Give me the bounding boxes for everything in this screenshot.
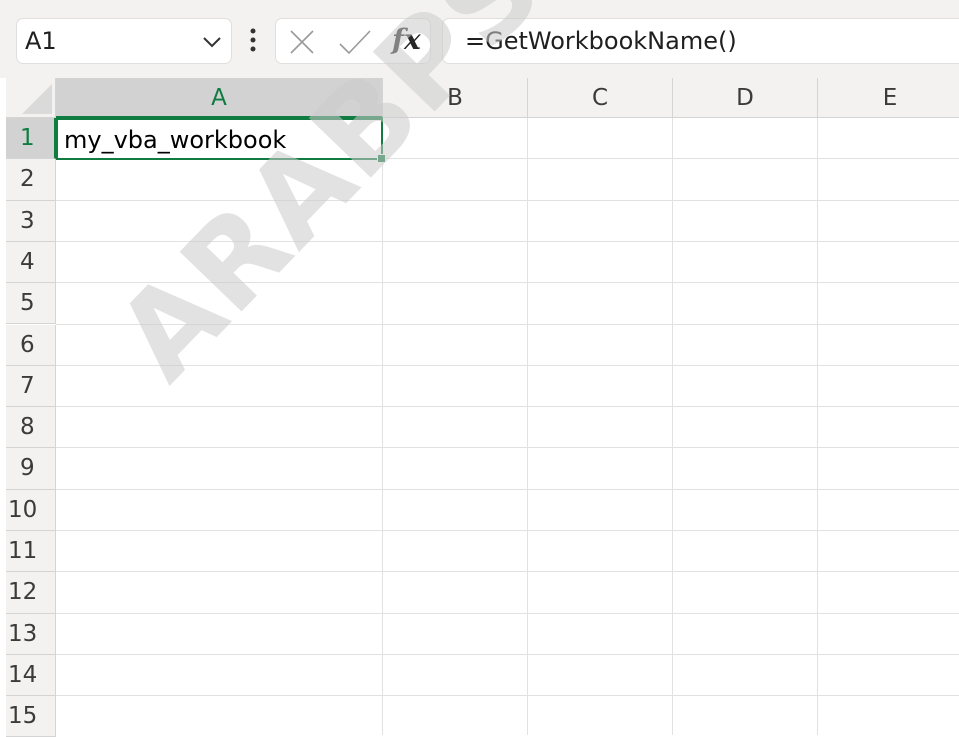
gridline-row	[56, 364, 959, 366]
row-header-13[interactable]: 13	[6, 613, 56, 655]
name-box-value: A1	[25, 27, 57, 55]
column-header-d[interactable]: D	[673, 78, 818, 118]
select-all-triangle-icon	[22, 84, 52, 114]
gridline-row	[56, 488, 959, 490]
cancel-icon[interactable]	[288, 28, 316, 56]
row-header-2[interactable]: 2	[6, 159, 56, 201]
row-header-14[interactable]: 14	[6, 654, 56, 697]
gridline-col	[817, 118, 818, 735]
formula-buttons: fx	[275, 18, 431, 64]
select-all-button[interactable]	[6, 78, 56, 118]
gridline-row	[56, 282, 959, 284]
enter-check-icon[interactable]	[338, 28, 372, 56]
column-header-c[interactable]: C	[528, 78, 673, 118]
gridline-row	[56, 530, 959, 531]
column-header-a[interactable]: A	[56, 78, 383, 118]
row-header-3[interactable]: 3	[6, 200, 56, 242]
row-header-9[interactable]: 9	[6, 448, 56, 490]
column-header-b[interactable]: B	[383, 78, 528, 118]
row-header-15[interactable]: 15	[6, 696, 56, 737]
chevron-down-icon[interactable]	[201, 31, 223, 53]
cell-a1[interactable]: my_vba_workbook	[56, 118, 386, 163]
fill-handle[interactable]	[377, 154, 386, 163]
row-header-5[interactable]: 5	[6, 283, 56, 325]
gridline-col	[672, 118, 673, 735]
insert-function-icon[interactable]: fx	[392, 21, 421, 59]
gridline-row	[56, 653, 959, 655]
row-header-6[interactable]: 6	[6, 324, 56, 366]
gridline-row	[56, 199, 959, 201]
row-header-10[interactable]: 10	[6, 489, 56, 531]
row-header-7[interactable]: 7	[6, 365, 56, 408]
gridline-col	[382, 118, 383, 735]
gridline-row	[56, 571, 959, 573]
cell-a1-value: my_vba_workbook	[64, 126, 287, 154]
vertical-dots-icon[interactable]	[246, 26, 260, 56]
column-header-e[interactable]: E	[818, 78, 959, 118]
gridline-row	[56, 447, 959, 449]
gridline-row	[56, 695, 959, 697]
name-box[interactable]: A1	[16, 18, 232, 64]
row-header-1[interactable]: 1	[6, 118, 56, 160]
gridline-row	[56, 406, 959, 408]
formula-text: =GetWorkbookName()	[465, 27, 737, 55]
gridline-row	[56, 323, 959, 325]
formula-input[interactable]: =GetWorkbookName()	[442, 18, 959, 64]
gridline-col	[527, 118, 528, 735]
row-header-8[interactable]: 8	[6, 407, 56, 449]
gridline-row	[56, 612, 959, 614]
row-header-11[interactable]: 11	[6, 531, 56, 573]
gridline-row	[56, 240, 959, 242]
formula-bar: A1 fx =GetWorkbookName()	[0, 0, 959, 78]
row-header-12[interactable]: 12	[6, 572, 56, 614]
row-header-4[interactable]: 4	[6, 241, 56, 284]
worksheet-grid: A B C D E 1 2 3 4 5 6 7 8 9 10 11 12 13 …	[6, 78, 959, 737]
